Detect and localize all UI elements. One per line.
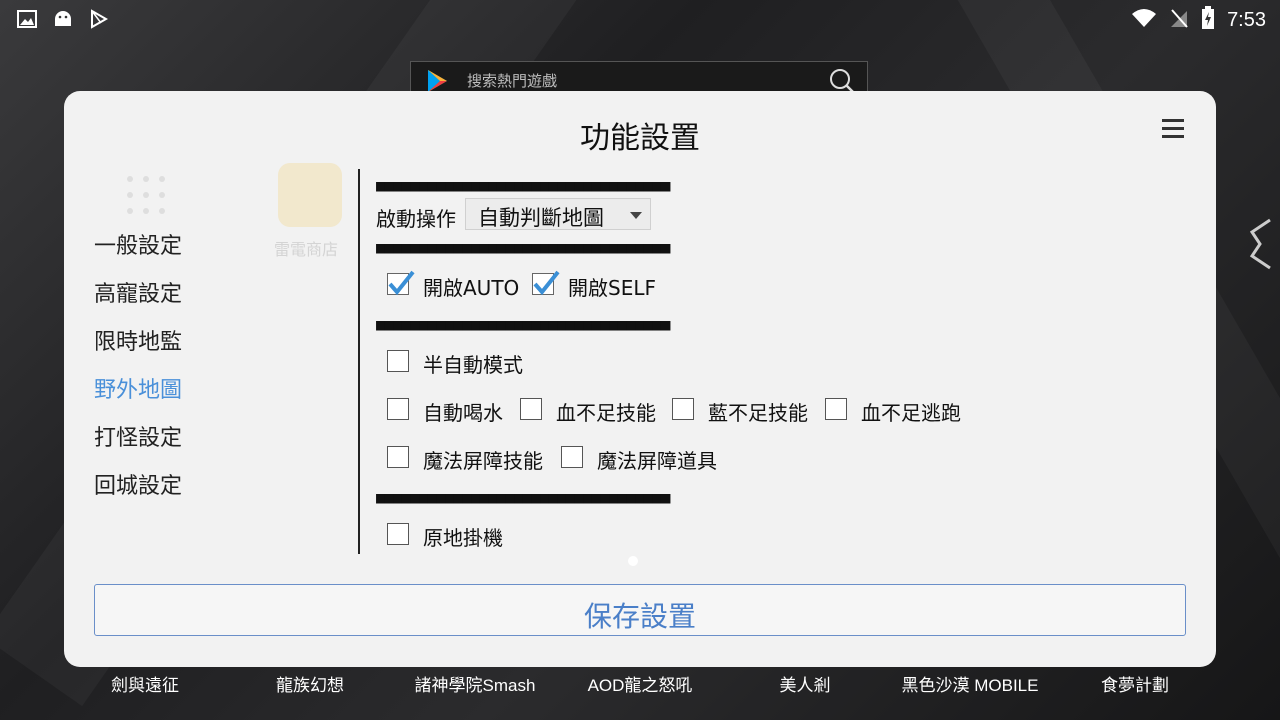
sidebar-item-general[interactable]: 一般設定: [94, 228, 182, 260]
app-label[interactable]: 食夢計劃: [1101, 671, 1169, 696]
start-action-value: 自動判斷地圖: [478, 206, 604, 230]
status-bar: 7:53: [0, 0, 1280, 38]
sidebar-item-return-town[interactable]: 回城設定: [94, 468, 182, 500]
app-label[interactable]: 諸神學院Smash: [415, 671, 536, 696]
checkbox-label[interactable]: 藍不足技能: [708, 397, 808, 426]
sidebar-item-combat[interactable]: 打怪設定: [94, 420, 182, 452]
checkbox-semi-auto[interactable]: [387, 350, 409, 372]
sidebar-item-timed-dungeon[interactable]: 限時地監: [94, 324, 182, 356]
check-icon: [533, 270, 560, 296]
section-separator: ■■■■■■■■■■■■■■■■■■■■■■■■■■■■■■■■■■: [376, 315, 671, 334]
checkbox-low-hp-skill[interactable]: [520, 398, 542, 420]
search-input[interactable]: 搜索熱門遊戲: [467, 70, 557, 91]
checkbox-auto-potion[interactable]: [387, 398, 409, 420]
checkbox-low-hp-escape[interactable]: [825, 398, 847, 420]
sidebar-item-field-map[interactable]: 野外地圖: [94, 372, 182, 404]
android-icon: [52, 8, 74, 30]
game-store-icon: [278, 163, 342, 227]
play-store-icon: [88, 8, 110, 30]
checkbox-low-mp-skill[interactable]: [672, 398, 694, 420]
checkbox-label[interactable]: 自動喝水: [423, 397, 503, 426]
start-action-label: 啟動操作: [376, 207, 456, 231]
section-separator: ■■■■■■■■■■■■■■■■■■■■■■■■■■■■■■■■■■: [376, 176, 671, 195]
page-indicator: [628, 556, 638, 566]
checkbox-auto[interactable]: [387, 270, 415, 296]
settings-dialog: 雷電商店 功能設置 一般設定 高寵設定 限時地監 野外地圖 打怪設定 回城設定 …: [64, 91, 1216, 667]
sidebar-item-pet[interactable]: 高寵設定: [94, 276, 182, 308]
checkbox-label[interactable]: 血不足逃跑: [861, 397, 961, 426]
app-grid-icon: [124, 173, 168, 217]
app-label[interactable]: 黑色沙漠 MOBILE: [902, 671, 1039, 696]
checkbox-label[interactable]: 血不足技能: [556, 397, 656, 426]
checkbox-barrier-item[interactable]: [561, 446, 583, 468]
section-separator: ■■■■■■■■■■■■■■■■■■■■■■■■■■■■■■■■■■: [376, 488, 671, 507]
divider: [358, 169, 360, 554]
checkbox-label[interactable]: 半自動模式: [423, 349, 523, 378]
wifi-icon: [1131, 8, 1157, 32]
checkbox-label[interactable]: 開啟SELF: [568, 272, 656, 301]
dialog-title: 功能設置: [580, 122, 700, 155]
save-button[interactable]: 保存設置: [94, 584, 1186, 636]
checkbox-barrier-skill[interactable]: [387, 446, 409, 468]
signal-off-icon: [1169, 7, 1189, 33]
gamepad-edge-icon[interactable]: [1246, 218, 1272, 274]
start-action-select[interactable]: 自動判斷地圖: [465, 198, 651, 230]
menu-icon[interactable]: [1162, 119, 1188, 141]
battery-charging-icon: [1201, 6, 1215, 34]
app-label[interactable]: 龍族幻想: [276, 671, 344, 696]
image-icon: [16, 8, 38, 30]
checkbox-self[interactable]: [532, 270, 560, 296]
app-label[interactable]: 美人剎: [780, 671, 831, 696]
section-separator: ■■■■■■■■■■■■■■■■■■■■■■■■■■■■■■■■■■: [376, 238, 671, 257]
checkbox-idle-in-place[interactable]: [387, 523, 409, 545]
save-button-label: 保存設置: [583, 600, 696, 633]
check-icon: [388, 270, 415, 296]
checkbox-label[interactable]: 開啟AUTO: [423, 272, 519, 301]
clock: 7:53: [1227, 8, 1266, 31]
checkbox-label[interactable]: 原地掛機: [423, 522, 503, 551]
checkbox-label[interactable]: 魔法屏障道具: [597, 445, 717, 474]
app-label[interactable]: AOD龍之怒吼: [588, 671, 693, 696]
checkbox-label[interactable]: 魔法屏障技能: [423, 445, 543, 474]
store-label: 雷電商店: [274, 240, 339, 259]
chevron-down-icon: [630, 212, 642, 219]
app-label[interactable]: 劍與遠征: [111, 671, 179, 696]
